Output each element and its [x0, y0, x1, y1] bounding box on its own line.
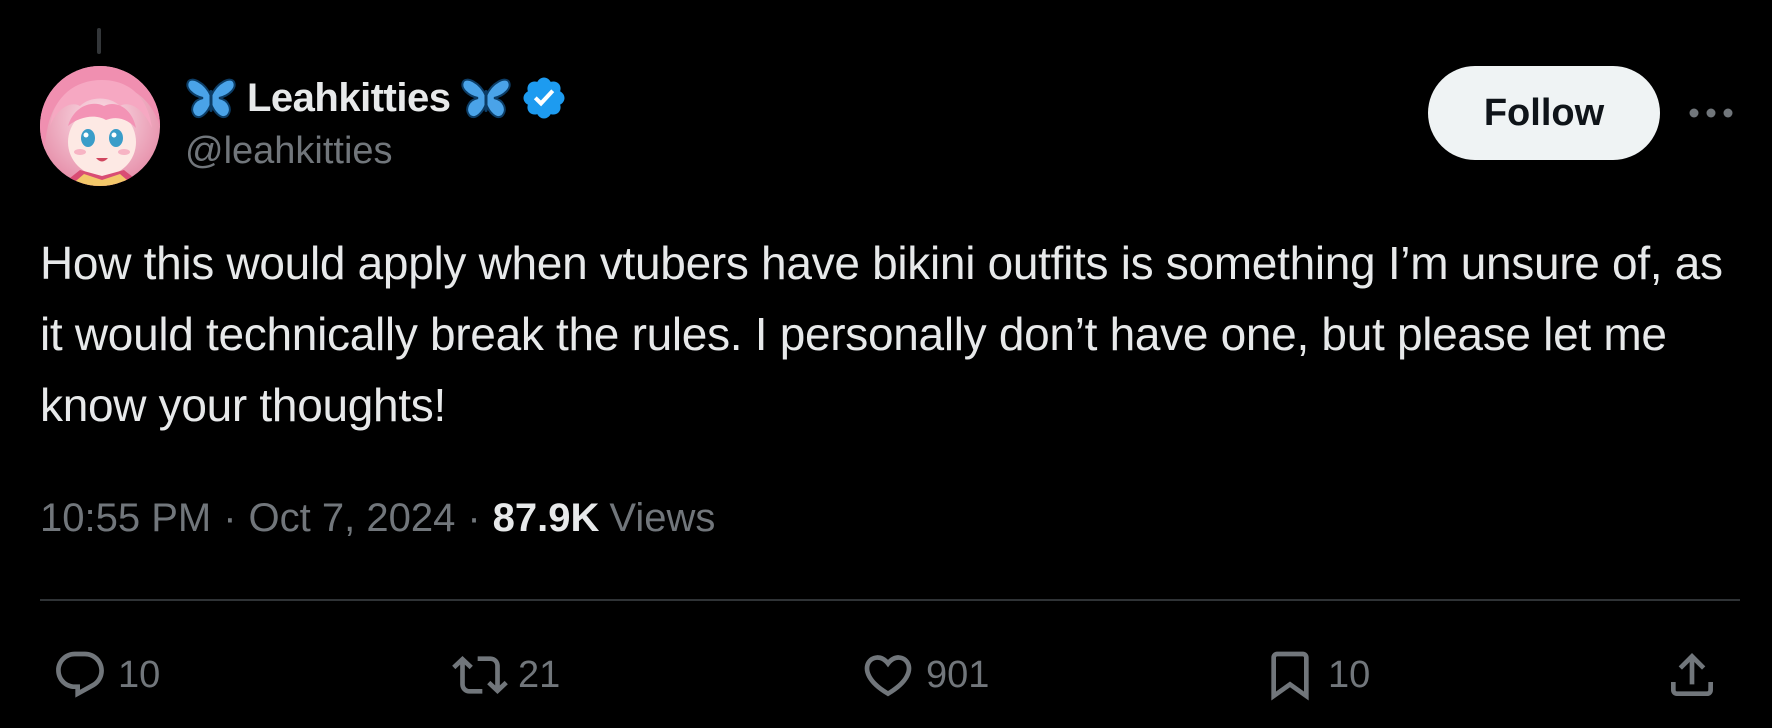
- reply-button[interactable]: 10: [52, 640, 160, 710]
- views-label: Views: [609, 496, 716, 540]
- heart-icon: [864, 655, 912, 697]
- author-display-name: Leahkitties: [247, 75, 451, 120]
- author-handle[interactable]: @leahkitties: [185, 130, 568, 173]
- repost-count: 21: [518, 653, 561, 696]
- more-horizontal-icon: [1689, 108, 1733, 118]
- views-count[interactable]: 87.9K: [493, 496, 600, 541]
- bookmark-icon: [1271, 651, 1309, 701]
- share-button[interactable]: [1664, 640, 1720, 710]
- butterfly-icon: [460, 74, 512, 122]
- meta-separator: ·: [467, 496, 481, 540]
- tweet-date[interactable]: Oct 7, 2024: [249, 496, 456, 541]
- reply-count: 10: [118, 653, 161, 696]
- divider: [40, 599, 1740, 601]
- avatar-image: [40, 66, 160, 186]
- bookmark-button[interactable]: 10: [1262, 640, 1370, 710]
- like-count: 901: [926, 653, 990, 696]
- thread-connector-line: [97, 28, 101, 54]
- meta-separator: ·: [223, 496, 237, 540]
- action-bar: 10 21 901 10: [0, 640, 1772, 710]
- bookmark-count: 10: [1328, 653, 1371, 696]
- reply-icon: [56, 651, 104, 698]
- repost-button[interactable]: 21: [452, 640, 560, 710]
- tweet-time[interactable]: 10:55 PM: [40, 496, 211, 541]
- repost-icon: [452, 656, 508, 694]
- tweet-metadata: 10:55 PM · Oct 7, 2024 · 87.9K Views: [40, 496, 715, 541]
- follow-button[interactable]: Follow: [1428, 66, 1660, 160]
- more-options-button[interactable]: [1686, 96, 1736, 130]
- butterfly-icon: [185, 74, 237, 122]
- author-name-row[interactable]: Leahkitties: [185, 70, 568, 126]
- tweet-text: How this would apply when vtubers have b…: [40, 237, 1736, 431]
- like-button[interactable]: 901: [860, 640, 989, 710]
- verified-badge-icon[interactable]: [520, 74, 568, 122]
- tweet-container: Leahkitties @leahkitties Follow How this…: [0, 0, 1772, 728]
- share-icon: [1671, 653, 1713, 696]
- avatar[interactable]: [40, 66, 160, 186]
- author-info: Leahkitties @leahkitties: [185, 70, 568, 173]
